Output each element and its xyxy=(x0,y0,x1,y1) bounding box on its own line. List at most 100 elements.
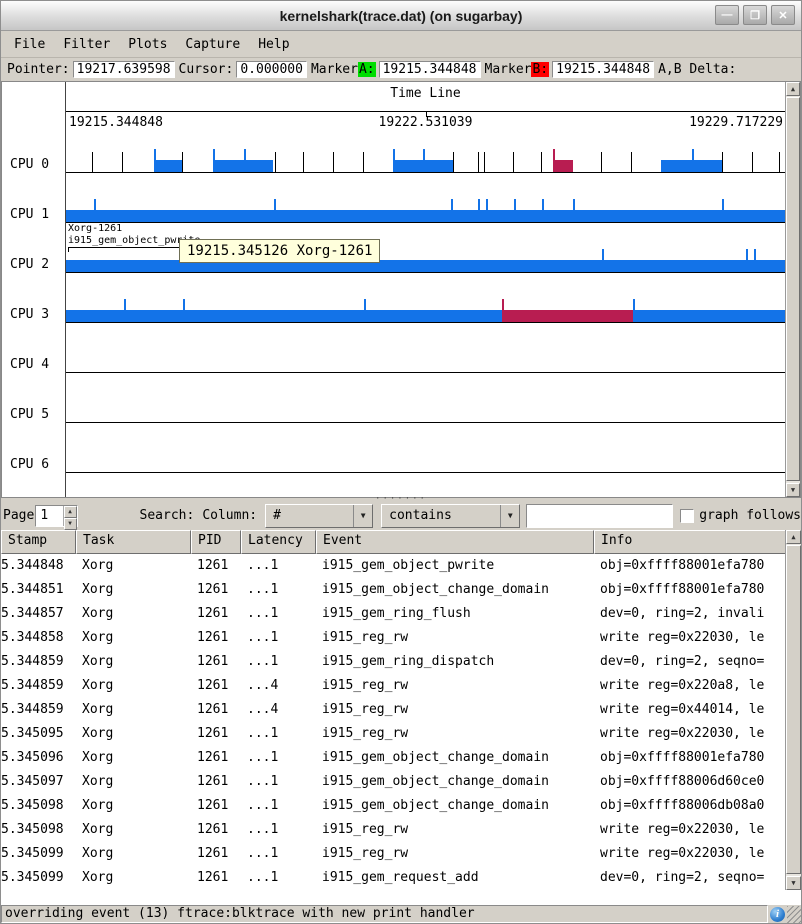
event-tick xyxy=(182,152,183,172)
page-spinbox[interactable]: 1 ▲ ▼ xyxy=(35,505,77,527)
cell-task: Xorg xyxy=(76,650,191,674)
resize-grip-icon[interactable] xyxy=(787,906,801,923)
search-toolbar: Page 1 ▲ ▼ Search: Column: # ▼ contains … xyxy=(1,501,801,530)
info-icon[interactable]: i xyxy=(770,907,785,922)
cell-pid: 1261 xyxy=(191,866,241,890)
menu-item-capture[interactable]: Capture xyxy=(176,34,249,55)
spin-down-icon[interactable]: ▼ xyxy=(64,518,77,530)
table-row[interactable]: 5.344851Xorg1261...1i915_gem_object_chan… xyxy=(1,578,801,602)
spin-up-icon[interactable]: ▲ xyxy=(64,506,77,518)
cpu-plot-row[interactable] xyxy=(66,397,785,447)
column-header-pid[interactable]: PID xyxy=(191,530,241,554)
title-bar[interactable]: kernelshark(trace.dat) (on sugarbay) — ❐… xyxy=(1,1,801,31)
table-vertical-scrollbar[interactable]: ▲ ▼ xyxy=(785,530,801,890)
cell-event: i915_reg_rw xyxy=(316,698,594,722)
cell-info: write reg=0x44014, le xyxy=(594,698,801,722)
cell-stamp: 5.344859 xyxy=(1,650,76,674)
table-row[interactable]: 5.344859Xorg1261...4i915_reg_rwwrite reg… xyxy=(1,674,801,698)
time-axis-labels: 19215.344848 19222.531039 19229.717229 xyxy=(66,115,785,131)
table-row[interactable]: 5.345098Xorg1261...1i915_reg_rwwrite reg… xyxy=(1,818,801,842)
marker-a-badge[interactable]: A: xyxy=(358,62,376,77)
cpu-activity-bar xyxy=(66,260,785,272)
event-tick xyxy=(754,249,756,260)
event-tick xyxy=(722,199,724,210)
cpu-plot-row[interactable] xyxy=(66,447,785,497)
table-row[interactable]: 5.345095Xorg1261...1i915_reg_rwwrite reg… xyxy=(1,722,801,746)
column-header-latency[interactable]: Latency xyxy=(241,530,316,554)
cell-info: write reg=0x22030, le xyxy=(594,722,801,746)
scroll-up-arrow-icon[interactable]: ▲ xyxy=(786,530,801,544)
cell-info: write reg=0x220a8, le xyxy=(594,674,801,698)
table-row[interactable]: 5.345096Xorg1261...1i915_gem_object_chan… xyxy=(1,746,801,770)
graph-follows-checkbox[interactable] xyxy=(680,509,694,523)
cell-stamp: 5.345099 xyxy=(1,866,76,890)
table-row[interactable]: 5.344859Xorg1261...1i915_gem_ring_dispat… xyxy=(1,650,801,674)
timeline-title: Time Line xyxy=(66,86,785,101)
cpu-plot-row[interactable] xyxy=(66,347,785,397)
table-row[interactable]: 5.344859Xorg1261...4i915_reg_rwwrite reg… xyxy=(1,698,801,722)
event-tick xyxy=(423,149,425,160)
event-tick xyxy=(94,199,96,210)
table-row[interactable]: 5.345099Xorg1261...1i915_gem_request_add… xyxy=(1,866,801,890)
table-row[interactable]: 5.345098Xorg1261...1i915_gem_object_chan… xyxy=(1,794,801,818)
scroll-down-arrow-icon[interactable]: ▼ xyxy=(786,483,800,497)
event-tick xyxy=(122,152,123,172)
event-tick xyxy=(213,149,215,160)
search-input[interactable] xyxy=(526,504,673,528)
cell-pid: 1261 xyxy=(191,602,241,626)
cpu-label: CPU 6 xyxy=(2,447,65,497)
chevron-down-icon[interactable]: ▼ xyxy=(353,505,372,527)
table-row[interactable]: 5.344858Xorg1261...1i915_reg_rwwrite reg… xyxy=(1,626,801,650)
cell-info: write reg=0x22030, le xyxy=(594,818,801,842)
pointer-value: 19217.639598 xyxy=(73,61,175,78)
graph-rows xyxy=(66,147,785,497)
plot-area[interactable]: Time Line 19215.344848 19222.531039 1922… xyxy=(66,82,785,497)
scroll-down-arrow-icon[interactable]: ▼ xyxy=(786,876,801,890)
cell-task: Xorg xyxy=(76,674,191,698)
column-header-task[interactable]: Task xyxy=(76,530,191,554)
cpu-plot-row[interactable] xyxy=(66,247,785,297)
cpu-plot-row[interactable] xyxy=(66,297,785,347)
minimize-button[interactable]: — xyxy=(715,5,739,25)
graph-vertical-scrollbar[interactable]: ▲ ▼ xyxy=(785,82,800,497)
cell-task: Xorg xyxy=(76,794,191,818)
chevron-down-icon[interactable]: ▼ xyxy=(500,505,519,527)
cell-event: i915_reg_rw xyxy=(316,674,594,698)
column-select[interactable]: # ▼ xyxy=(265,504,373,528)
event-tick xyxy=(333,152,334,172)
cpu-plot-row[interactable] xyxy=(66,147,785,197)
cpu-activity-bar xyxy=(66,310,502,322)
menu-item-file[interactable]: File xyxy=(5,34,54,55)
cpu-activity-bar xyxy=(633,310,785,322)
scroll-up-arrow-icon[interactable]: ▲ xyxy=(786,82,800,96)
menu-item-help[interactable]: Help xyxy=(249,34,298,55)
time-label-end: 19229.717229 xyxy=(689,115,783,130)
cell-latency: ...1 xyxy=(241,866,316,890)
cell-latency: ...1 xyxy=(241,626,316,650)
column-header-stamp[interactable]: Stamp xyxy=(1,530,76,554)
cell-info: dev=0, ring=2, seqno= xyxy=(594,650,801,674)
event-tick xyxy=(601,152,602,172)
menu-item-filter[interactable]: Filter xyxy=(54,34,119,55)
cpu-label-spacer xyxy=(2,82,65,147)
table-row[interactable]: 5.344848Xorg1261...1i915_gem_object_pwri… xyxy=(1,554,801,578)
table-row[interactable]: 5.345099Xorg1261...1i915_reg_rwwrite reg… xyxy=(1,842,801,866)
cell-event: i915_gem_object_change_domain xyxy=(316,770,594,794)
status-bar: overriding event (13) ftrace:blktrace wi… xyxy=(1,905,801,923)
table-row[interactable]: 5.345097Xorg1261...1i915_gem_object_chan… xyxy=(1,770,801,794)
graph-scrollbar-thumb[interactable] xyxy=(786,97,800,481)
cell-latency: ...4 xyxy=(241,674,316,698)
cell-pid: 1261 xyxy=(191,818,241,842)
cell-task: Xorg xyxy=(76,602,191,626)
event-tick xyxy=(513,152,514,172)
marker-b-badge[interactable]: B: xyxy=(531,62,549,77)
maximize-button[interactable]: ❐ xyxy=(743,5,767,25)
match-type-select[interactable]: contains ▼ xyxy=(381,504,520,528)
column-header-info[interactable]: Info xyxy=(594,530,801,554)
menu-item-plots[interactable]: Plots xyxy=(119,34,176,55)
column-header-event[interactable]: Event xyxy=(316,530,594,554)
table-row[interactable]: 5.344857Xorg1261...1i915_gem_ring_flushd… xyxy=(1,602,801,626)
cpu-baseline xyxy=(66,372,785,373)
table-scrollbar-thumb[interactable] xyxy=(786,545,801,874)
close-button[interactable]: ✕ xyxy=(771,5,795,25)
